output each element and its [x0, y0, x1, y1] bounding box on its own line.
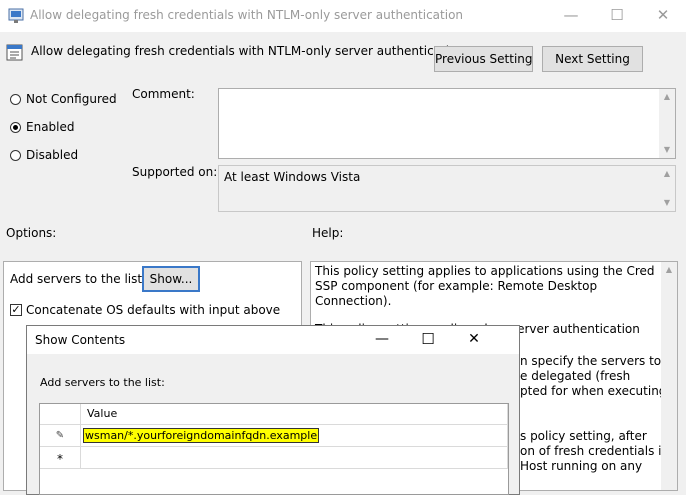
help-heading: Help:	[312, 226, 344, 240]
table-row[interactable]	[81, 447, 508, 469]
policy-app-icon	[8, 8, 24, 23]
radio-label: Enabled	[26, 120, 75, 134]
new-row-icon: *	[40, 447, 81, 469]
maximize-icon[interactable]: ☐	[405, 326, 451, 354]
supported-scrollbar[interactable]: ▲ ▼	[659, 166, 675, 211]
minimize-icon[interactable]: —	[548, 0, 594, 32]
row-edit-icon: ✎	[40, 425, 81, 447]
grid-corner	[40, 404, 81, 425]
radio-label: Not Configured	[26, 92, 117, 106]
supported-on-value: At least Windows Vista	[224, 170, 361, 184]
previous-setting-button[interactable]: Previous Setting	[434, 46, 533, 72]
scroll-up-icon[interactable]: ▲	[661, 262, 677, 278]
value-input[interactable]: wsman/*.yourforeigndomainfqdn.example	[83, 428, 320, 443]
radio-indicator[interactable]	[10, 121, 21, 133]
help-fragment: s policy setting, after	[520, 429, 647, 443]
supported-on-field: At least Windows Vista ▲ ▼	[218, 165, 676, 212]
radio-not-configured[interactable]: Not Configured	[10, 90, 117, 108]
radio-indicator[interactable]	[10, 93, 21, 105]
scroll-down-icon[interactable]: ▼	[659, 142, 675, 158]
scroll-up-icon[interactable]: ▲	[659, 166, 675, 182]
help-fragment: Host running on any	[520, 459, 643, 473]
help-fragment: e delegated (fresh	[520, 369, 631, 383]
close-icon[interactable]: ✕	[640, 0, 686, 32]
title-bar: Allow delegating fresh credentials with …	[0, 0, 686, 32]
comment-scrollbar[interactable]: ▲ ▼	[659, 89, 675, 158]
radio-disabled[interactable]: Disabled	[10, 146, 78, 164]
help-scrollbar[interactable]: ▲	[661, 262, 677, 490]
policy-setting-icon	[6, 44, 23, 61]
help-fragment: n specify the servers to	[520, 354, 662, 368]
radio-label: Disabled	[26, 148, 79, 162]
add-servers-label: Add servers to the list:	[10, 272, 147, 286]
next-setting-button[interactable]: Next Setting	[542, 46, 643, 72]
help-fragment: on of fresh credentials is	[520, 444, 668, 458]
dialog-list-label: Add servers to the list:	[40, 376, 165, 389]
show-button[interactable]: Show...	[142, 266, 200, 292]
window-title: Allow delegating fresh credentials with …	[30, 8, 464, 22]
scroll-down-icon[interactable]: ▼	[659, 195, 675, 211]
maximize-icon[interactable]: ☐	[594, 0, 640, 32]
dialog-title-bar: Show Contents — ☐ ✕	[27, 326, 519, 354]
table-row[interactable]: wsman/*.yourforeigndomainfqdn.example	[81, 425, 508, 447]
close-icon[interactable]: ✕	[451, 326, 497, 354]
supported-on-label: Supported on:	[132, 165, 218, 179]
checkbox-checked-icon[interactable]: ✓	[10, 304, 22, 316]
policy-title: Allow delegating fresh credentials with …	[31, 44, 465, 58]
minimize-icon[interactable]: —	[359, 326, 405, 354]
help-paragraph: This policy setting applies to applicati…	[315, 264, 655, 308]
radio-indicator[interactable]	[10, 149, 21, 161]
options-heading: Options:	[6, 226, 57, 240]
values-grid: Value ✎ wsman/*.yourforeigndomainfqdn.ex…	[39, 403, 509, 495]
comment-field[interactable]: ▲ ▼	[218, 88, 676, 159]
concatenate-checkbox-row[interactable]: ✓ Concatenate OS defaults with input abo…	[10, 303, 280, 317]
column-header-value[interactable]: Value	[81, 404, 508, 425]
concatenate-label: Concatenate OS defaults with input above	[26, 303, 281, 317]
dialog-title: Show Contents	[35, 333, 126, 347]
comment-label: Comment:	[132, 87, 195, 101]
comment-value	[219, 89, 675, 95]
radio-enabled[interactable]: Enabled	[10, 118, 75, 136]
scroll-up-icon[interactable]: ▲	[659, 89, 675, 105]
help-fragment: pted for when executing	[520, 384, 667, 398]
show-contents-dialog: Show Contents — ☐ ✕ Add servers to the l…	[26, 325, 520, 495]
